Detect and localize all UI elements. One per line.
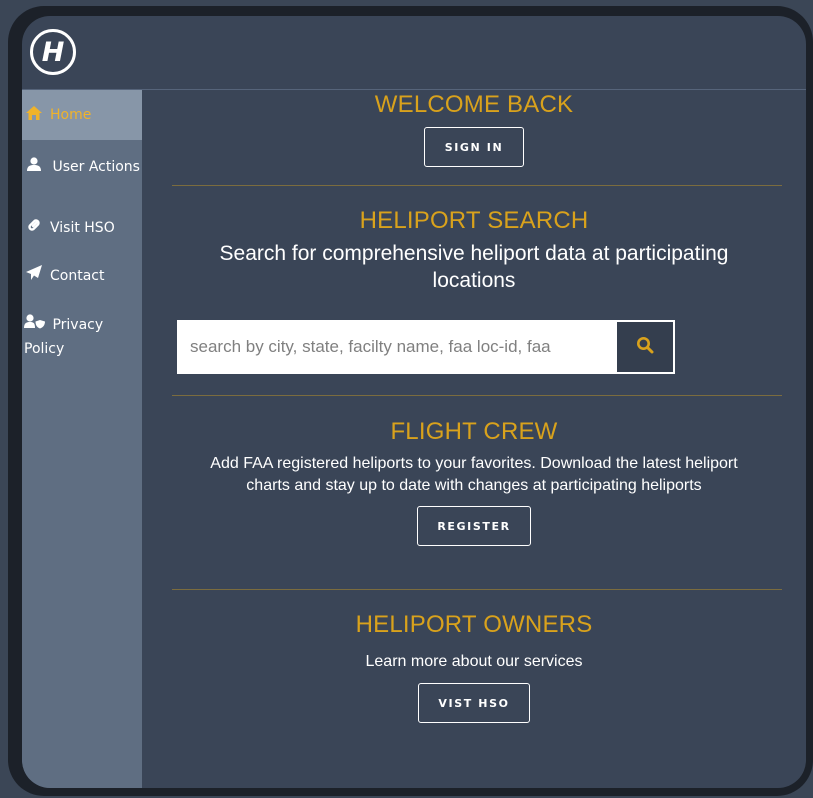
sidebar-item-label: Home — [50, 107, 92, 123]
divider — [172, 395, 782, 396]
welcome-section: WELCOME BACK SIGN IN — [142, 90, 806, 167]
flight-crew-section: FLIGHT CREW Add FAA registered heliports… — [142, 417, 806, 546]
search-icon — [636, 336, 654, 358]
sidebar-item-home[interactable]: Home — [22, 90, 142, 140]
owners-heading: HELIPORT OWNERS — [355, 611, 593, 638]
app-screen: H Home User Actions Visit HSO Contact Pr… — [22, 16, 806, 788]
sign-in-button[interactable]: SIGN IN — [424, 127, 524, 167]
search-bar — [177, 320, 675, 374]
sidebar-item-user-actions[interactable]: User Actions — [22, 154, 142, 202]
owners-section: HELIPORT OWNERS Learn more about our ser… — [142, 610, 806, 723]
visit-hso-button[interactable]: VIST HSO — [418, 683, 530, 723]
sidebar-item-privacy-policy[interactable]: Privacy Policy — [22, 312, 142, 360]
link-icon — [24, 216, 44, 240]
user-shield-icon — [24, 312, 45, 336]
home-icon — [24, 103, 44, 127]
sidebar-item-label: User Actions — [52, 159, 140, 175]
flight-crew-heading: FLIGHT CREW — [390, 418, 558, 445]
search-subheading: Search for comprehensive heliport data a… — [219, 242, 729, 292]
search-section: HELIPORT SEARCH Search for comprehensive… — [142, 205, 806, 294]
sidebar-item-label: Visit HSO — [50, 220, 115, 236]
divider — [172, 589, 782, 590]
search-button[interactable] — [617, 322, 673, 372]
divider — [172, 185, 782, 186]
logo[interactable]: H — [30, 29, 76, 75]
welcome-heading: WELCOME BACK — [374, 91, 574, 118]
search-heading: HELIPORT SEARCH — [359, 207, 589, 234]
search-input[interactable] — [179, 322, 617, 372]
flight-crew-text: Add FAA registered heliports to your fav… — [210, 455, 738, 494]
main-content: WELCOME BACK SIGN IN HELIPORT SEARCH Sea… — [142, 90, 806, 788]
top-bar: H — [22, 16, 806, 90]
paper-plane-icon — [24, 264, 44, 288]
owners-text: Learn more about our services — [365, 653, 583, 670]
register-button[interactable]: REGISTER — [417, 506, 531, 546]
sidebar-item-label: Contact — [50, 268, 105, 284]
sidebar-item-visit-hso[interactable]: Visit HSO — [22, 216, 142, 250]
user-icon — [24, 154, 44, 178]
sidebar-item-contact[interactable]: Contact — [22, 264, 142, 298]
sidebar: Home User Actions Visit HSO Contact Priv… — [22, 90, 142, 788]
